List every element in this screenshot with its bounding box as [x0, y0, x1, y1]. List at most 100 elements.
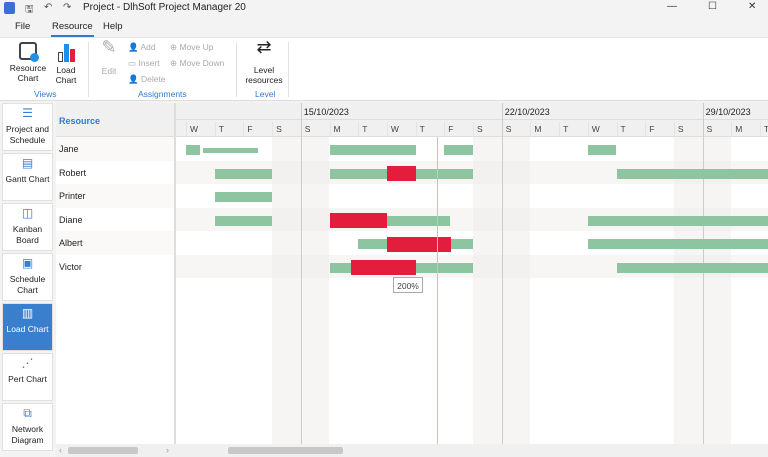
load-bar[interactable] [203, 147, 258, 153]
sidebar-item-label: Project and Schedule [6, 124, 49, 145]
sidebar-item-label: Kanban Board [12, 224, 43, 245]
load-bar[interactable] [616, 262, 768, 273]
grid-row[interactable]: Robert [56, 161, 174, 185]
grid-row[interactable]: Jane [56, 137, 174, 161]
level-group-label: Level [255, 89, 276, 99]
divider [88, 42, 89, 97]
load-bar[interactable] [214, 168, 273, 179]
network-icon: ⧉ [23, 406, 32, 420]
minimize-button[interactable]: — [667, 1, 677, 12]
resource-chart-icon [19, 42, 39, 62]
assignments-group-label: Assignments [138, 89, 187, 99]
edit-label: Edit [101, 66, 117, 76]
day-label: S [276, 124, 282, 134]
pert-icon: ⋰ [21, 356, 34, 370]
load-bar[interactable] [214, 192, 273, 202]
resource-chart-button[interactable]: Resource Chart [8, 42, 48, 83]
day-label: M [534, 124, 542, 134]
views-group-label: Views [34, 89, 57, 99]
sidebar-item-label: Network Diagram [11, 424, 44, 445]
week-separator [300, 103, 302, 444]
grid-horizontal-scrollbar[interactable]: ‹ › [56, 444, 176, 457]
load-chart-icon [56, 42, 76, 62]
kanban-icon: ◫ [21, 206, 34, 220]
scroll-thumb[interactable] [228, 447, 343, 454]
sidebar-item-project-and-schedule[interactable]: ☰ Project and Schedule [2, 103, 53, 151]
grid-row[interactable]: Printer [56, 184, 174, 208]
delete-button[interactable]: 👤 Delete [128, 74, 166, 85]
sidebar-item-network-diagram[interactable]: ⧉ Network Diagram [2, 403, 53, 451]
menu-file[interactable]: File [15, 21, 30, 32]
divider [236, 42, 237, 97]
save-icon[interactable]: 🖫 [25, 2, 34, 19]
load-bar[interactable] [386, 215, 451, 226]
redo-icon[interactable]: ↷ [63, 2, 71, 13]
close-button[interactable]: ✕ [748, 1, 756, 12]
sidebar-item-label: Gantt Chart [5, 174, 50, 184]
swap-arrows-icon: ⇄ [256, 37, 272, 57]
edit-button[interactable]: ✎ Edit [96, 37, 122, 76]
overload-bar[interactable] [386, 166, 416, 181]
load-bar[interactable] [616, 168, 768, 179]
load-bar[interactable] [214, 215, 273, 226]
sidebar-item-schedule-chart[interactable]: ▣ Schedule Chart [2, 253, 53, 301]
load-chart-button[interactable]: Load Chart [50, 42, 82, 85]
level-resources-button[interactable]: ⇄ Level resources [242, 37, 286, 85]
insert-button[interactable]: ▭ Insert [128, 58, 160, 69]
day-label: S [677, 124, 684, 134]
week-label: 29/10/2023 [705, 107, 751, 117]
load-bar[interactable] [587, 215, 768, 226]
resource-grid: Resource Jane Robert Printer Diane Albert Vic… [56, 103, 176, 444]
day-label: M [333, 124, 341, 134]
sidebar-item-gantt-chart[interactable]: ▤ Gantt Chart [2, 153, 53, 201]
move-down-button[interactable]: ⊕ Move Down [170, 58, 224, 69]
scroll-right-icon[interactable]: › [166, 445, 169, 455]
scroll-left-icon[interactable]: ‹ [59, 445, 62, 455]
day-header: WTFSSMTWTFSSMTWTFSSMT [176, 120, 768, 137]
column-header-resource[interactable]: Resource [56, 103, 174, 137]
load-tooltip: 200% [393, 277, 423, 293]
overload-bar[interactable] [351, 260, 416, 275]
resource-chart-label: Resource Chart [9, 63, 47, 83]
day-label: T [620, 124, 626, 134]
sidebar-item-pert-chart[interactable]: ⋰ Pert Chart [2, 353, 53, 401]
move-up-button[interactable]: ⊕ Move Up [170, 42, 214, 53]
overload-bar[interactable] [386, 236, 452, 252]
gantt-icon: ▤ [21, 156, 34, 170]
list-icon: ☰ [22, 106, 33, 120]
day-label: W [390, 124, 399, 134]
day-label: S [505, 124, 512, 134]
day-label: S [304, 124, 311, 134]
load-bar[interactable] [444, 145, 473, 155]
sidebar-item-label: Schedule Chart [9, 274, 46, 295]
week-label: 22/10/2023 [504, 107, 550, 117]
divider [288, 42, 289, 97]
chart-horizontal-scrollbar[interactable] [176, 444, 768, 457]
load-bar[interactable] [186, 145, 201, 155]
sidebar-item-kanban-board[interactable]: ◫ Kanban Board [2, 203, 53, 251]
schedule-icon: ▣ [21, 256, 34, 270]
sidebar-item-load-chart[interactable]: ▥ Load Chart [2, 303, 53, 351]
add-button[interactable]: 👤 Add [128, 42, 156, 53]
load-bar[interactable] [587, 239, 768, 249]
load-chart: 15/10/2023 22/10/2023 29/10/2023 W T F S S M T W T… [176, 103, 768, 444]
grid-row[interactable]: Albert [56, 231, 174, 255]
day-label: W [190, 124, 199, 134]
maximize-button[interactable]: ☐ [708, 1, 717, 12]
week-label: 15/10/2023 [303, 107, 349, 117]
undo-icon[interactable]: ↶ [44, 2, 52, 13]
menu-resource[interactable]: Resource [51, 21, 94, 37]
load-bar[interactable] [329, 145, 416, 155]
week-separator [702, 103, 704, 444]
sidebar-item-label: Pert Chart [8, 374, 47, 384]
menu-help[interactable]: Help [103, 21, 123, 32]
insert-icon: ▭ [128, 58, 137, 68]
day-label: T [419, 124, 425, 134]
grid-row[interactable]: Victor [56, 255, 174, 279]
overload-bar[interactable] [329, 213, 387, 228]
add-user-icon: 👤 [128, 42, 139, 52]
day-label: T [362, 124, 368, 134]
pencil-icon: ✎ [101, 37, 117, 57]
grid-row[interactable]: Diane [56, 208, 174, 232]
load-bar[interactable] [587, 145, 617, 155]
